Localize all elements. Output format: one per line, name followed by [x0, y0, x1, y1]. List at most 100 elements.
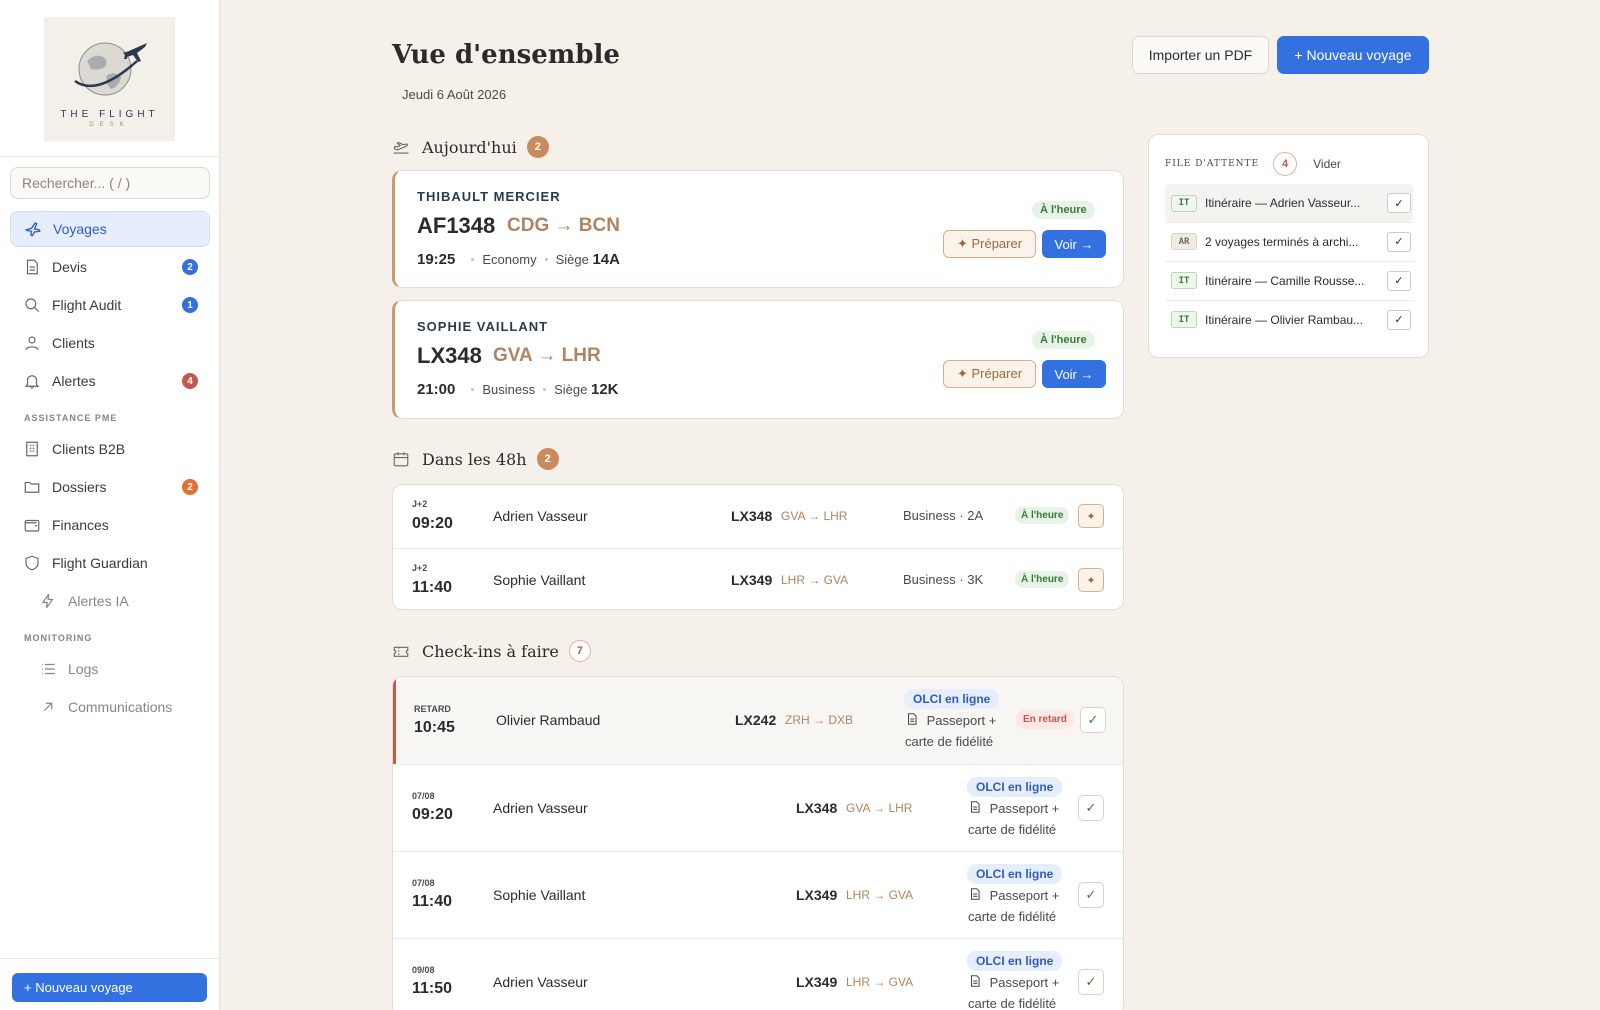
separator-dot	[471, 388, 475, 391]
seat-number: 14A	[592, 251, 620, 268]
flight-number: LX348	[731, 508, 773, 524]
prepare-button[interactable]: ✦	[1078, 568, 1104, 592]
queue-item-text: 2 voyages terminés à archi...	[1205, 234, 1359, 249]
flight-route: GVA → LHR	[781, 509, 848, 523]
checkin-done-button[interactable]: ✓	[1078, 969, 1104, 995]
sidebar-item-clients-b2b[interactable]: Clients B2B	[10, 431, 210, 467]
sidebar-item-flight-guardian[interactable]: Flight Guardian	[10, 545, 210, 581]
logo-subtext: DESK	[89, 121, 130, 128]
section-label-assistance: ASSISTANCE PME	[24, 413, 118, 423]
queue-item-tag: IT	[1171, 272, 1197, 289]
document-line-2: carte de fidélité	[905, 734, 994, 749]
flight-route: CDG → BCN	[507, 215, 620, 236]
import-pdf-button[interactable]: Importer un PDF	[1132, 36, 1269, 74]
table-row[interactable]: 07/08 11:40 Sophie Vaillant LX349 LHR → …	[393, 851, 1123, 938]
passenger-name: Adrien Vasseur	[493, 800, 588, 816]
queue-item-check-button[interactable]: ✓	[1387, 193, 1411, 213]
departure-time: 10:45	[414, 719, 455, 736]
table-row[interactable]: 07/08 09:20 Adrien Vasseur LX348 GVA → L…	[393, 764, 1123, 851]
sidebar-item-label: Flight Audit	[52, 297, 122, 313]
seat-label: Siège	[555, 252, 589, 267]
olci-badge: OLCI en ligne	[967, 777, 1063, 797]
checkin-done-button[interactable]: ✓	[1080, 707, 1106, 733]
passenger-name: Adrien Vasseur	[493, 508, 588, 524]
checkin-done-button[interactable]: ✓	[1078, 795, 1104, 821]
sidebar-item-voyages[interactable]: Voyages	[10, 211, 210, 247]
sidebar-item-logs[interactable]: Logs	[10, 651, 210, 687]
count-badge: 2	[182, 479, 198, 495]
logo[interactable]: THE FLIGHT DESK	[44, 17, 175, 141]
section-today-header: Aujourd'hui 2	[392, 136, 549, 158]
queue-item[interactable]: AR 2 voyages terminés à archi... ✓	[1165, 222, 1413, 260]
sidebar-item-finances[interactable]: Finances	[10, 507, 210, 543]
queue-item-text: Itinéraire — Olivier Rambau...	[1205, 312, 1364, 327]
new-trip-button[interactable]: + Nouveau voyage	[1277, 36, 1429, 74]
queue-title: FILE D'ATTENTE	[1165, 159, 1260, 169]
wallet-icon	[22, 515, 42, 535]
day-label: 07/08	[412, 791, 435, 801]
sidebar-nav: Voyages Devis 2 Flight Audit 1 Clients A…	[10, 211, 210, 727]
page-date: Jeudi 6 Août 2026	[402, 87, 507, 102]
count-badge: 7	[568, 640, 591, 662]
passenger-name: Olivier Rambaud	[496, 712, 601, 728]
sidebar-item-label: Dossiers	[52, 479, 107, 495]
checkin-done-button[interactable]: ✓	[1078, 882, 1104, 908]
section-title: Dans les 48h	[422, 449, 527, 469]
prepare-button[interactable]: ✦	[1078, 504, 1104, 528]
departure-time: 21:00	[417, 381, 456, 398]
search-input[interactable]: Rechercher... ( / )	[10, 167, 210, 199]
queue-item[interactable]: IT Itinéraire — Camille Rousse... ✓	[1165, 261, 1413, 299]
sidebar-item-devis[interactable]: Devis 2	[10, 249, 210, 285]
new-trip-button[interactable]: + Nouveau voyage	[12, 973, 207, 1002]
sidebar-item-alertes-ia[interactable]: Alertes IA	[10, 583, 210, 619]
document-line-1: Passeport +	[989, 888, 1060, 903]
sidebar-item-communications[interactable]: Communications	[10, 689, 210, 725]
documents-required: Passeport + carte de fidélité	[968, 886, 1059, 926]
table-row[interactable]: J+2 11:40 Sophie Vaillant LX349 LHR → GV…	[393, 548, 1123, 611]
queue-item-tag: AR	[1171, 233, 1197, 250]
logo-area: THE FLIGHT DESK	[0, 0, 219, 157]
cabin-class: Business	[482, 382, 536, 397]
queue-item-check-button[interactable]: ✓	[1387, 231, 1411, 252]
document-line-2: carte de fidélité	[968, 822, 1057, 837]
table-row[interactable]: RETARD 10:45 Olivier Rambaud LX242 ZRH →…	[393, 677, 1123, 764]
search-icon	[22, 295, 42, 315]
flight-card[interactable]: THIBAULT MERCIER AF1348 CDG → BCN 19:25 …	[392, 170, 1124, 288]
section-label-monitoring: MONITORING	[24, 633, 93, 643]
queue-item-check-button[interactable]: ✓	[1387, 309, 1411, 330]
prepare-button[interactable]: ✦ Préparer	[943, 360, 1036, 388]
flight-card[interactable]: SOPHIE VAILLANT LX348 GVA → LHR 21:00 Bu…	[392, 300, 1124, 419]
view-button[interactable]: Voir →	[1042, 360, 1106, 388]
sidebar-item-clients[interactable]: Clients	[10, 325, 210, 361]
departure-time: 09:20	[412, 515, 453, 532]
list-icon	[38, 659, 58, 679]
sidebar-item-flight-audit[interactable]: Flight Audit 1	[10, 287, 210, 323]
queue-item-check-button[interactable]: ✓	[1387, 270, 1411, 291]
document-line-2: carte de fidélité	[968, 996, 1057, 1010]
prepare-button[interactable]: ✦ Préparer	[943, 230, 1036, 258]
table-row[interactable]: J+2 09:20 Adrien Vasseur LX348 GVA → LHR…	[393, 485, 1123, 548]
count-badge: 2	[526, 136, 549, 158]
count-badge: 2	[182, 259, 198, 275]
cabin-seat: Business · 2A	[903, 508, 984, 523]
status-badge: À l'heure	[1032, 331, 1095, 349]
view-button[interactable]: Voir →	[1042, 230, 1106, 258]
checkins-list: RETARD 10:45 Olivier Rambaud LX242 ZRH →…	[392, 676, 1124, 1010]
queue-item[interactable]: IT Itinéraire — Adrien Vasseur... ✓	[1165, 184, 1413, 222]
section-title: Check-ins à faire	[422, 641, 559, 661]
table-row[interactable]: 09/08 11:50 Adrien Vasseur LX349 LHR → G…	[393, 938, 1123, 1010]
queue-item[interactable]: IT Itinéraire — Olivier Rambau... ✓	[1165, 300, 1413, 338]
clear-queue-link[interactable]: Vider	[1313, 157, 1341, 171]
sidebar-footer: + Nouveau voyage	[0, 958, 219, 1010]
sidebar-item-label: Finances	[52, 517, 109, 533]
sidebar-item-label: Communications	[68, 699, 173, 715]
passenger-name: Sophie Vaillant	[493, 572, 586, 588]
arrow-up-right-icon	[38, 697, 58, 717]
document-line-1: Passeport +	[989, 975, 1060, 990]
status-badge: À l'heure	[1015, 571, 1070, 588]
sidebar-item-dossiers[interactable]: Dossiers 2	[10, 469, 210, 505]
passenger-name: SOPHIE VAILLANT	[417, 319, 549, 334]
sidebar-item-alertes[interactable]: Alertes 4	[10, 363, 210, 399]
bell-icon	[22, 371, 42, 391]
day-label: RETARD	[414, 704, 451, 714]
